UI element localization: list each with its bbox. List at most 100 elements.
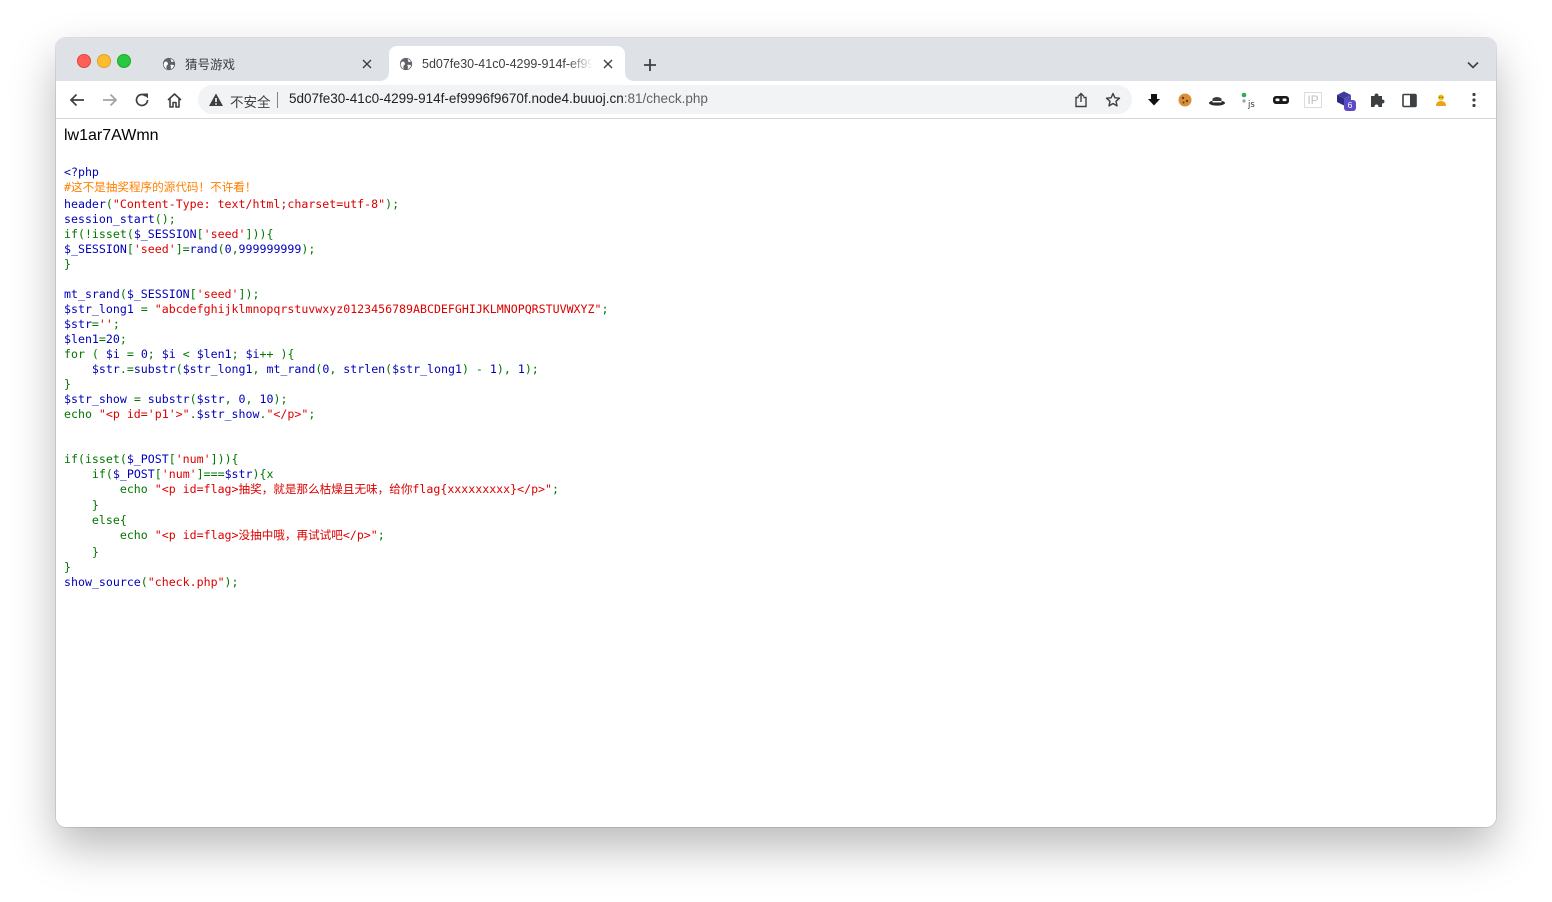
code-token: ); bbox=[224, 574, 239, 589]
cube-icon[interactable]: 6 bbox=[1335, 90, 1356, 111]
sidepanel-icon[interactable] bbox=[1399, 90, 1419, 110]
code-token: ; bbox=[377, 528, 385, 542]
code-token: = bbox=[98, 331, 106, 346]
code-token: ( bbox=[189, 391, 197, 406]
download-icon[interactable] bbox=[1144, 90, 1164, 110]
security-label[interactable]: 不安全 bbox=[230, 91, 271, 111]
code-token: = bbox=[126, 346, 141, 361]
extension-badge: 6 bbox=[1344, 100, 1356, 111]
code-token: ), bbox=[496, 361, 518, 376]
bookmark-button[interactable] bbox=[1104, 91, 1122, 109]
tab-guess-game[interactable]: 猜号游戏 bbox=[152, 46, 384, 81]
code-token: #这不是抽奖程序的源代码！不许看！ bbox=[64, 180, 257, 194]
code-token: "<p id='p1'>" bbox=[98, 406, 190, 421]
code-line: session_start(); bbox=[64, 212, 608, 227]
window-minimize-button[interactable] bbox=[97, 54, 111, 68]
code-token: [ bbox=[189, 286, 197, 301]
share-button[interactable] bbox=[1072, 91, 1090, 109]
close-icon bbox=[603, 59, 613, 68]
code-line: else{ bbox=[64, 513, 608, 528]
code-token: ( bbox=[140, 574, 148, 589]
code-token: ])){ bbox=[245, 226, 274, 241]
tab-title: 猜号游戏 bbox=[185, 58, 236, 72]
share-icon bbox=[1075, 92, 1087, 108]
code-token: ])){ bbox=[210, 451, 239, 466]
code-token: 10 bbox=[259, 391, 274, 406]
code-token: show_source bbox=[64, 574, 141, 589]
address-bar[interactable]: 不安全 5d07fe30-41c0-4299-914f-ef9996f9670f… bbox=[198, 85, 1132, 114]
code-token: ++ ){ bbox=[259, 346, 295, 361]
star-icon bbox=[1105, 92, 1121, 107]
code-token: [ bbox=[196, 226, 204, 241]
code-token: if( bbox=[64, 466, 113, 481]
arrow-left-icon bbox=[69, 93, 84, 107]
code-token: , bbox=[224, 391, 239, 406]
tab-check-php[interactable]: 5d07fe30-41c0-4299-914f-ef9996f9670f.nod… bbox=[381, 46, 633, 81]
puzzle-icon[interactable] bbox=[1367, 90, 1387, 110]
tab-close-button[interactable] bbox=[358, 55, 376, 73]
code-token: $len1 bbox=[64, 331, 99, 346]
hat-icon[interactable] bbox=[1207, 90, 1227, 110]
code-line: if(!isset($_SESSION['seed'])){ bbox=[64, 227, 608, 242]
code-line: } bbox=[64, 257, 608, 272]
code-token: ( bbox=[119, 286, 127, 301]
code-token: $_SESSION bbox=[64, 241, 127, 256]
code-token: [ bbox=[126, 241, 134, 256]
code-token: 1 bbox=[517, 361, 525, 376]
code-token: <?php bbox=[64, 165, 99, 179]
code-token: ]= bbox=[175, 241, 190, 256]
code-token: $_SESSION bbox=[126, 286, 190, 301]
code-token: session_start bbox=[64, 211, 155, 226]
profile-icon[interactable] bbox=[1431, 90, 1451, 110]
ip-icon[interactable]: IP bbox=[1303, 90, 1323, 110]
browser-toolbar: 不安全 5d07fe30-41c0-4299-914f-ef9996f9670f… bbox=[56, 81, 1496, 119]
code-line: $str.=substr($str_long1, mt_rand(0, strl… bbox=[64, 362, 608, 377]
code-token: ; bbox=[119, 331, 127, 346]
code-line: header("Content-Type: text/html;charset=… bbox=[64, 197, 608, 212]
code-line: echo "<p id=flag>抽奖，就是那么枯燥且无味，给你flag{xxx… bbox=[64, 482, 608, 499]
url-text[interactable]: 5d07fe30-41c0-4299-914f-ef9996f9670f.nod… bbox=[289, 91, 708, 106]
code-token: $_SESSION bbox=[133, 226, 197, 241]
code-token: } bbox=[64, 376, 71, 391]
mask-icon[interactable] bbox=[1271, 90, 1291, 110]
code-token: [ bbox=[168, 451, 176, 466]
code-token: $str bbox=[64, 316, 92, 331]
code-line: #这不是抽奖程序的源代码！不许看！ bbox=[64, 180, 608, 197]
code-token: '' bbox=[98, 316, 113, 331]
home-button[interactable] bbox=[162, 88, 186, 112]
cookie-icon[interactable] bbox=[1175, 90, 1195, 110]
code-token: . bbox=[189, 406, 197, 421]
code-token: mt_srand bbox=[64, 286, 120, 301]
code-token: "Content-Type: text/html;charset=utf-8" bbox=[112, 196, 386, 211]
code-token: $i bbox=[161, 346, 183, 361]
code-token: $len1 bbox=[196, 346, 232, 361]
chevron-down-icon bbox=[1467, 61, 1479, 69]
new-tab-button[interactable] bbox=[639, 54, 661, 76]
code-token: 'num' bbox=[161, 466, 197, 481]
tab-search-button[interactable] bbox=[1462, 54, 1484, 76]
window-maximize-button[interactable] bbox=[117, 54, 131, 68]
home-icon bbox=[166, 92, 182, 108]
tab-strip: 猜号游戏 5d07fe30-41c0-4299-914f-ef9996f9670… bbox=[56, 38, 1496, 81]
tab-close-button[interactable] bbox=[599, 55, 617, 73]
back-button[interactable] bbox=[65, 88, 89, 112]
menu-button[interactable] bbox=[1464, 90, 1484, 110]
forward-button[interactable] bbox=[98, 88, 122, 112]
code-token: rand bbox=[189, 241, 218, 256]
js-icon[interactable]: js bbox=[1239, 90, 1259, 110]
code-token: } bbox=[64, 544, 99, 559]
code-token: = bbox=[140, 301, 155, 316]
code-token: 999999999 bbox=[238, 241, 302, 256]
reload-button[interactable] bbox=[130, 88, 154, 112]
window-close-button[interactable] bbox=[77, 54, 91, 68]
code-token: ( bbox=[105, 196, 113, 211]
arrow-right-icon bbox=[103, 93, 118, 107]
code-token: = bbox=[133, 391, 148, 406]
code-token: (); bbox=[154, 211, 176, 226]
code-token: ; bbox=[231, 346, 246, 361]
code-token: if(isset( bbox=[64, 451, 127, 466]
code-token: [ bbox=[154, 466, 162, 481]
page-content: lw1ar7AWmn <?php #这不是抽奖程序的源代码！不许看！ header(… bbox=[56, 119, 1496, 827]
code-token: substr bbox=[147, 391, 190, 406]
code-token: ]=== bbox=[196, 466, 225, 481]
